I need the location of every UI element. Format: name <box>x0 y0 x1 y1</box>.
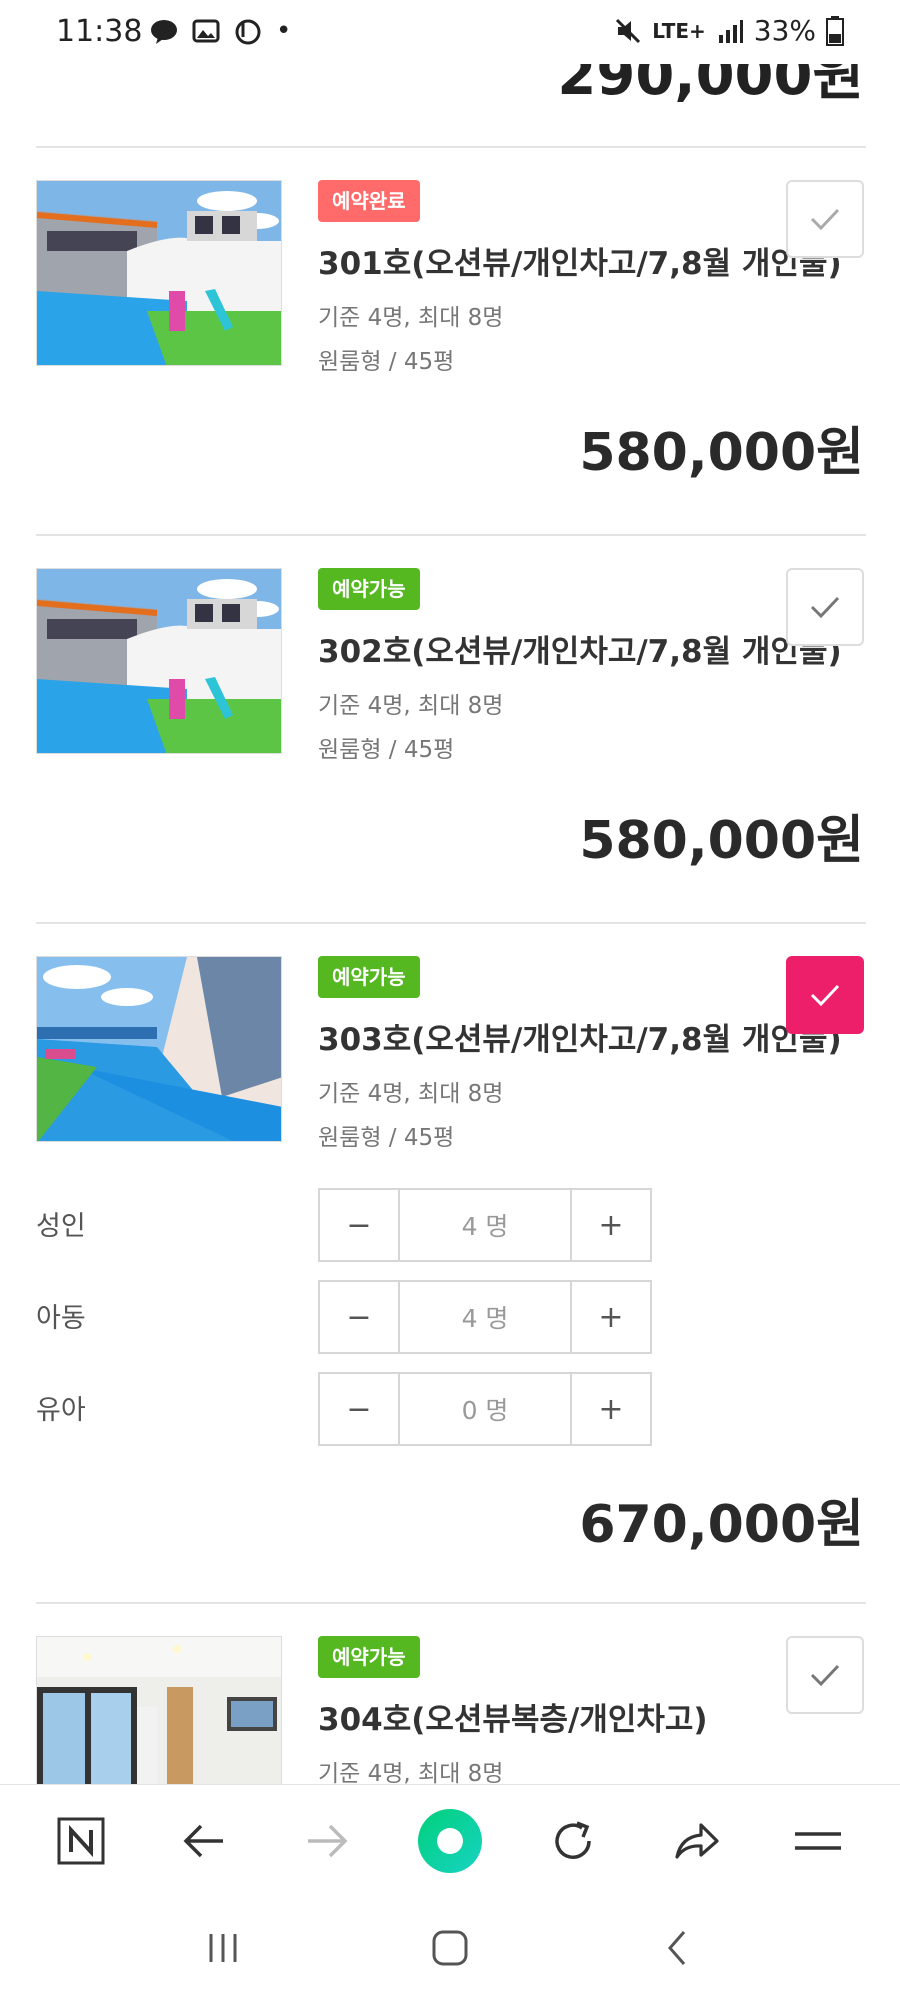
browser-toolbar <box>0 1784 900 1896</box>
naver-n-icon <box>57 1817 105 1864</box>
infant-stepper: − 0 명 + <box>318 1372 652 1446</box>
room-title[interactable]: 301호(오션뷰/개인차고/7,8월 개인풀) <box>318 238 842 283</box>
divider <box>36 1602 866 1604</box>
room-photo[interactable] <box>36 1636 282 1784</box>
select-checkbox[interactable] <box>786 568 864 646</box>
child-counter: 아동 − 4 명 + <box>0 1280 900 1354</box>
battery-icon <box>826 15 844 46</box>
previous-room-price: 290,000원 <box>557 64 864 108</box>
room-list[interactable]: 290,000원 예약완료 301호(오션뷰/개인차고/7,8월 개인풀) 기준… <box>0 64 900 1784</box>
room-capacity: 기준 4명, 최대 8명 <box>318 1081 504 1107</box>
system-back-button[interactable] <box>639 1910 715 1986</box>
counter-label: 성인 <box>36 1211 86 1242</box>
increment-button[interactable]: + <box>572 1282 650 1352</box>
adult-stepper: − 4 명 + <box>318 1188 652 1262</box>
share-button[interactable] <box>658 1803 734 1879</box>
green-circle-icon <box>417 1808 482 1873</box>
select-checkbox[interactable] <box>786 180 864 258</box>
back-button[interactable] <box>166 1803 242 1879</box>
adult-count: 4 명 <box>398 1190 572 1260</box>
room-type: 원룸형 / 45평 <box>318 349 455 375</box>
room-price: 580,000원 <box>579 423 864 483</box>
counter-label: 유아 <box>36 1395 86 1426</box>
room-capacity: 기준 4명, 최대 8명 <box>318 693 504 719</box>
infant-count: 0 명 <box>398 1374 572 1444</box>
arrow-left-icon <box>183 1824 224 1857</box>
naver-home-button[interactable] <box>43 1803 119 1879</box>
status-badge: 예약완료 <box>318 180 420 222</box>
decrement-button[interactable]: − <box>320 1282 398 1352</box>
mute-icon <box>616 18 641 43</box>
signal-icon <box>718 19 743 43</box>
checkmark-icon <box>810 596 840 619</box>
room-capacity: 기준 4명, 최대 8명 <box>318 305 504 331</box>
counter-label: 아동 <box>36 1303 86 1334</box>
checkmark-icon <box>810 208 840 231</box>
arrow-right-icon <box>308 1824 348 1857</box>
adult-counter: 성인 − 4 명 + <box>0 1188 900 1262</box>
status-time: 11:38 <box>56 14 143 49</box>
decrement-button[interactable]: − <box>320 1190 398 1260</box>
select-checkbox[interactable] <box>786 1636 864 1714</box>
system-nav-bar <box>0 1896 900 2000</box>
child-count: 4 명 <box>398 1282 572 1352</box>
increment-button[interactable]: + <box>572 1374 650 1444</box>
home-button[interactable] <box>412 1910 488 1986</box>
room-capacity: 기준 4명, 최대 8명 <box>318 1761 504 1784</box>
system-icons: LTE+ 33% <box>614 14 844 47</box>
room-price: 580,000원 <box>579 811 864 871</box>
network-label: LTE+ <box>652 18 706 43</box>
room-photo[interactable] <box>36 956 282 1142</box>
room-price: 670,000원 <box>579 1495 864 1555</box>
decrement-button[interactable]: − <box>320 1374 398 1444</box>
talk-icon <box>151 20 177 44</box>
battery-label: 33% <box>753 14 816 47</box>
status-badge: 예약가능 <box>318 956 420 998</box>
checkmark-icon <box>810 984 840 1007</box>
room-type: 원룸형 / 45평 <box>318 1125 455 1151</box>
room-title[interactable]: 304호(오션뷰복층/개인차고) <box>318 1694 708 1739</box>
share-arrow-icon <box>675 1822 719 1859</box>
room-photo[interactable] <box>36 180 282 366</box>
band-icon <box>235 19 261 45</box>
infant-counter: 유아 − 0 명 + <box>0 1372 900 1446</box>
room-photo[interactable] <box>36 568 282 754</box>
room-title[interactable]: 302호(오션뷰/개인차고/7,8월 개인풀) <box>318 626 842 671</box>
menu-button[interactable] <box>780 1803 856 1879</box>
refresh-icon <box>555 1820 591 1859</box>
status-bar: 11:38 • LTE+ 33% <box>0 0 900 64</box>
status-badge: 예약가능 <box>318 1636 420 1678</box>
divider <box>36 922 866 924</box>
select-checkbox-checked[interactable] <box>786 956 864 1034</box>
green-dot-button[interactable] <box>412 1803 488 1879</box>
checkmark-icon <box>810 1664 840 1687</box>
increment-button[interactable]: + <box>572 1190 650 1260</box>
refresh-button[interactable] <box>535 1803 611 1879</box>
divider <box>36 534 866 536</box>
room-type: 원룸형 / 45평 <box>318 737 455 763</box>
status-badge: 예약가능 <box>318 568 420 610</box>
divider <box>36 146 866 148</box>
home-square-icon <box>432 1930 468 1966</box>
child-stepper: − 4 명 + <box>318 1280 652 1354</box>
gallery-icon <box>192 19 220 43</box>
forward-button[interactable] <box>289 1803 365 1879</box>
room-title[interactable]: 303호(오션뷰/개인차고/7,8월 개인풀) <box>318 1014 842 1059</box>
more-dot-icon: • <box>276 16 292 46</box>
recent-apps-icon <box>209 1934 237 1962</box>
hamburger-icon <box>795 1831 842 1850</box>
notification-icons: • <box>150 16 291 46</box>
recent-apps-button[interactable] <box>185 1910 261 1986</box>
chevron-left-icon <box>667 1931 685 1965</box>
